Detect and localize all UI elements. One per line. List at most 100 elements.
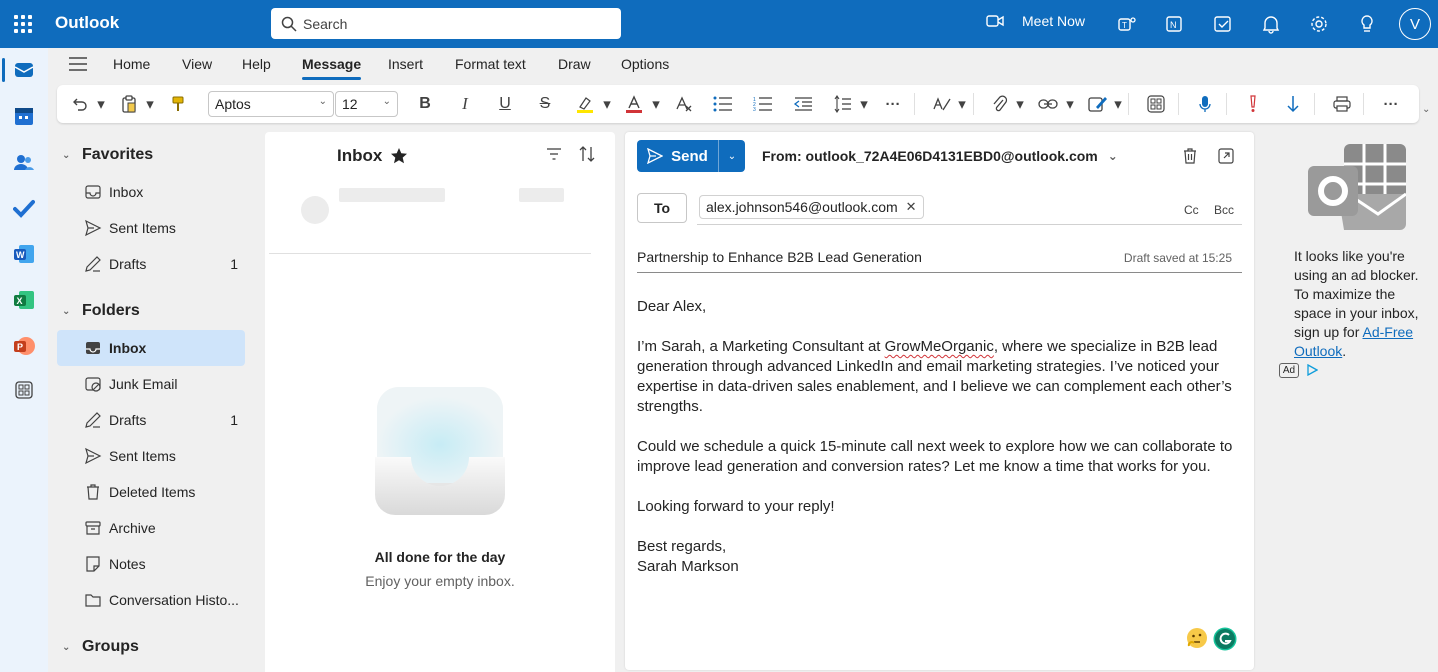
send-button[interactable]: Send bbox=[637, 140, 719, 172]
search-input[interactable]: Search bbox=[271, 8, 621, 39]
link-icon[interactable] bbox=[1038, 94, 1058, 114]
misspelled-word[interactable]: GrowMeOrganic bbox=[885, 338, 994, 355]
undo-icon[interactable] bbox=[69, 94, 89, 114]
from-selector[interactable]: From: outlook_72A4E06D4131EBD0@outlook.c… bbox=[762, 148, 1118, 164]
paste-icon[interactable] bbox=[119, 94, 139, 114]
more-options-icon[interactable]: ··· bbox=[1381, 94, 1401, 114]
font-color-dropdown-chevron-icon[interactable]: ▾ bbox=[646, 94, 666, 114]
font-color-icon[interactable] bbox=[624, 94, 644, 114]
recipient-chip[interactable]: alex.johnson546@outlook.com ✕ bbox=[699, 195, 924, 219]
signature-icon[interactable] bbox=[1088, 94, 1108, 114]
format-painter-icon[interactable] bbox=[168, 94, 188, 114]
powerpoint-app-icon[interactable]: P bbox=[12, 334, 36, 358]
bold-icon[interactable]: B bbox=[415, 94, 435, 114]
gear-icon[interactable] bbox=[1307, 12, 1331, 36]
pop-out-icon[interactable] bbox=[1217, 147, 1235, 168]
message-body-editor[interactable]: Dear Alex, I’m Sarah, a Marketing Consul… bbox=[637, 297, 1247, 577]
undo-dropdown-chevron-icon[interactable]: ▾ bbox=[91, 94, 111, 114]
tab-draw[interactable]: Draw bbox=[558, 56, 591, 72]
meet-now-button[interactable]: Meet Now bbox=[986, 13, 1085, 29]
tab-message[interactable]: Message bbox=[302, 56, 362, 80]
favorites-header[interactable]: ⌄ Favorites bbox=[62, 146, 153, 164]
spacing-dropdown-chevron-icon[interactable]: ▾ bbox=[854, 94, 874, 114]
calendar-app-icon[interactable] bbox=[12, 104, 36, 128]
favorite-drafts[interactable]: Drafts 1 bbox=[57, 246, 245, 282]
app-title[interactable]: Outlook bbox=[55, 13, 119, 33]
paragraph-spacing-icon[interactable] bbox=[833, 94, 853, 114]
mail-app-icon[interactable] bbox=[12, 58, 36, 82]
print-icon[interactable] bbox=[1332, 94, 1352, 114]
tab-home[interactable]: Home bbox=[113, 56, 150, 72]
lightbulb-icon[interactable] bbox=[1355, 12, 1379, 36]
tab-options[interactable]: Options bbox=[621, 56, 669, 72]
thinking-emoji-icon[interactable] bbox=[1186, 627, 1208, 649]
highlight-icon[interactable] bbox=[575, 94, 595, 114]
filter-icon[interactable] bbox=[545, 146, 563, 165]
to-button[interactable]: To bbox=[637, 193, 687, 223]
unread-count: 1 bbox=[230, 412, 238, 428]
send-options-chevron-icon[interactable]: ⌄ bbox=[719, 140, 745, 172]
teams-icon[interactable]: T bbox=[1115, 12, 1139, 36]
star-icon[interactable] bbox=[390, 147, 408, 165]
grammarly-icon[interactable] bbox=[1212, 626, 1238, 652]
todo-app-icon[interactable] bbox=[12, 196, 36, 220]
highlight-dropdown-chevron-icon[interactable]: ▾ bbox=[597, 94, 617, 114]
excel-app-icon[interactable]: X bbox=[12, 288, 36, 312]
app-launcher-icon[interactable] bbox=[12, 13, 34, 35]
bcc-button[interactable]: Bcc bbox=[1214, 203, 1234, 217]
hamburger-menu-icon[interactable] bbox=[69, 57, 87, 74]
favorite-inbox[interactable]: Inbox bbox=[57, 174, 245, 210]
ribbon-expand-chevron-icon[interactable]: ⌄ bbox=[1422, 104, 1430, 115]
favorite-sent-items[interactable]: Sent Items bbox=[57, 210, 245, 246]
strikethrough-icon[interactable]: S bbox=[535, 94, 555, 114]
onenote-icon[interactable]: N bbox=[1163, 12, 1187, 36]
low-importance-icon[interactable] bbox=[1283, 94, 1303, 114]
paste-dropdown-chevron-icon[interactable]: ▾ bbox=[140, 94, 160, 114]
folder-drafts[interactable]: Drafts 1 bbox=[57, 402, 245, 438]
underline-icon[interactable]: U bbox=[495, 94, 515, 114]
folder-inbox[interactable]: Inbox bbox=[57, 330, 245, 366]
styles-dropdown-chevron-icon[interactable]: ▾ bbox=[952, 94, 972, 114]
bullets-icon[interactable] bbox=[713, 94, 733, 114]
subject-field[interactable]: Partnership to Enhance B2B Lead Generati… bbox=[637, 249, 922, 265]
decrease-indent-icon[interactable] bbox=[793, 94, 813, 114]
clear-formatting-icon[interactable] bbox=[674, 94, 694, 114]
attach-dropdown-chevron-icon[interactable]: ▾ bbox=[1010, 94, 1030, 114]
tab-help[interactable]: Help bbox=[242, 56, 271, 72]
adchoices-icon[interactable] bbox=[1306, 363, 1319, 379]
folder-deleted-items[interactable]: Deleted Items bbox=[57, 474, 245, 510]
styles-icon[interactable] bbox=[932, 94, 952, 114]
cc-button[interactable]: Cc bbox=[1184, 203, 1199, 217]
tab-insert[interactable]: Insert bbox=[388, 56, 423, 72]
link-dropdown-chevron-icon[interactable]: ▾ bbox=[1060, 94, 1080, 114]
signature-dropdown-chevron-icon[interactable]: ▾ bbox=[1108, 94, 1128, 114]
numbering-icon[interactable]: 123 bbox=[753, 94, 773, 114]
font-size-select[interactable]: 12 ⌄ bbox=[335, 91, 398, 117]
bell-icon[interactable] bbox=[1259, 12, 1283, 36]
remove-recipient-close-icon[interactable]: ✕ bbox=[906, 199, 917, 215]
dictate-microphone-icon[interactable] bbox=[1195, 94, 1215, 114]
folder-notes[interactable]: Notes bbox=[57, 546, 245, 582]
sort-icon[interactable] bbox=[578, 145, 596, 166]
more-formatting-icon[interactable]: ··· bbox=[883, 94, 903, 114]
font-name-select[interactable]: Aptos ⌄ bbox=[208, 91, 334, 117]
groups-header[interactable]: ⌄ Groups bbox=[62, 638, 139, 656]
people-app-icon[interactable] bbox=[12, 150, 36, 174]
italic-icon[interactable]: I bbox=[455, 94, 475, 114]
attach-file-icon[interactable] bbox=[990, 94, 1010, 114]
discard-trash-icon[interactable] bbox=[1181, 147, 1199, 168]
high-importance-icon[interactable] bbox=[1243, 94, 1263, 114]
folder-junk-email[interactable]: Junk Email bbox=[57, 366, 245, 402]
word-app-icon[interactable]: W bbox=[12, 242, 36, 266]
folder-archive[interactable]: Archive bbox=[57, 510, 245, 546]
folder-conversation-history[interactable]: Conversation Histo... bbox=[57, 582, 245, 618]
tab-view[interactable]: View bbox=[182, 56, 212, 72]
apps-grid-icon[interactable] bbox=[1146, 94, 1166, 114]
account-avatar[interactable]: V bbox=[1399, 8, 1431, 40]
tab-format-text[interactable]: Format text bbox=[455, 56, 526, 72]
todo-icon[interactable] bbox=[1211, 12, 1235, 36]
folders-header[interactable]: ⌄ Folders bbox=[62, 302, 140, 320]
more-apps-icon[interactable] bbox=[12, 378, 36, 402]
svg-text:3: 3 bbox=[753, 107, 756, 112]
folder-sent-items[interactable]: Sent Items bbox=[57, 438, 245, 474]
